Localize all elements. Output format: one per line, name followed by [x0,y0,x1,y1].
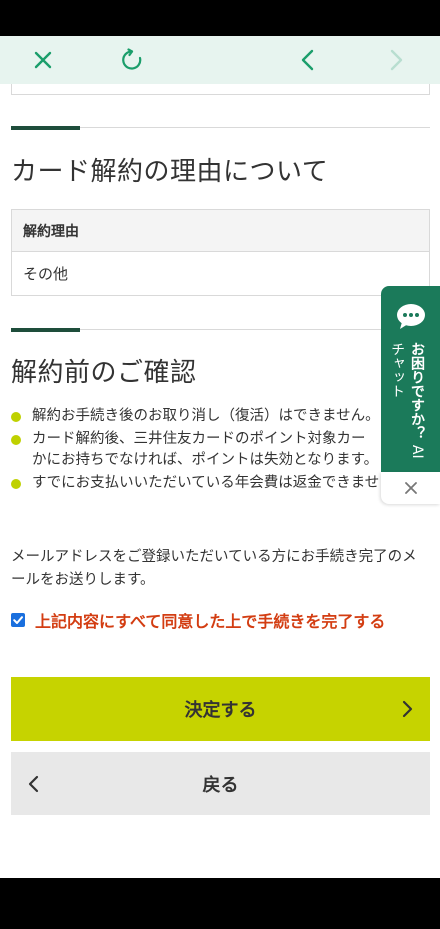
page-content: カード解約の理由について 解約理由 その他 解約前のご確認 解約お手続き後のお取… [0,84,440,878]
agree-checkbox-row[interactable]: 上記内容にすべて同意した上で手続きを完了する [11,608,385,632]
list-item-continuation: かにお持ちでなければ、ポイントは失効となります。 [11,450,391,471]
chevron-left-icon [28,775,39,793]
section-divider-line [80,329,430,330]
list-item-text: すでにお支払いいただいている年会費は返金できませ [32,475,380,491]
reason-table-header: 解約理由 [12,210,429,252]
ai-chat-label: お困りですか？ AIチャット [387,342,427,468]
section-divider-accent [11,328,80,332]
email-notice: メールアドレスをご登録いただいている方にお手続き完了のメ ールをお送りします。 [11,546,433,592]
reason-table-value: その他 [12,252,429,295]
close-icon [404,482,417,494]
close-button[interactable] [19,36,67,84]
email-notice-line: ールをお送りします。 [11,572,155,588]
section-divider [11,126,430,130]
section-divider [11,328,430,332]
list-item-text: 解約お手続き後のお取り消し（復活）はできません。 [32,408,380,424]
forward-nav-button[interactable] [372,36,420,84]
ai-chat-close-button[interactable] [381,472,440,504]
chat-bubble-icon [397,304,425,329]
bullet-dot [11,479,21,489]
ai-chat-widget[interactable]: お困りですか？ AIチャット [381,286,440,472]
submit-button-label: 決定する [184,700,257,721]
bullet-dot [11,412,21,422]
list-item: すでにお支払いいただいている年会費は返金できませ [11,473,391,494]
reason-table: 解約理由 その他 [11,209,430,296]
submit-button[interactable]: 決定する [11,677,430,741]
back-button-label: 戻る [202,774,239,796]
system-navigation-bar [0,878,440,929]
checkmark-icon [13,616,23,624]
confirm-section-title: 解約前のご確認 [11,358,197,388]
section-divider-accent [11,126,80,130]
reason-section-title: カード解約の理由について [11,157,329,187]
list-item-text: かにお持ちでなければ、ポイントは失効となります。 [32,452,379,468]
back-nav-button[interactable] [284,36,332,84]
chevron-right-icon [390,49,403,71]
confirm-list: 解約お手続き後のお取り消し（復活）はできません。 カード解約後、三井住友カードの… [11,406,391,496]
chevron-right-icon [402,700,413,718]
list-item: カード解約後、三井住友カードのポイント対象カー [11,429,391,450]
back-button[interactable]: 戻る [11,752,430,815]
chevron-left-icon [301,49,314,71]
ai-chat-label-line: お困りですか？ [409,342,425,440]
browser-toolbar [0,36,440,84]
status-bar [0,0,440,36]
reload-icon [122,48,142,70]
bullet-dot [11,435,21,445]
reload-button[interactable] [108,36,156,84]
close-icon [34,51,52,69]
list-item: 解約お手続き後のお取り消し（復活）はできません。 [11,406,391,427]
email-notice-line: メールアドレスをご登録いただいている方にお手続き完了のメ [11,549,417,565]
agree-label[interactable]: 上記内容にすべて同意した上で手続きを完了する [35,608,385,632]
previous-section-box [11,84,430,95]
list-item-text: カード解約後、三井住友カードのポイント対象カー [32,431,366,447]
section-divider-line [80,127,430,128]
agree-checkbox[interactable] [11,613,25,627]
